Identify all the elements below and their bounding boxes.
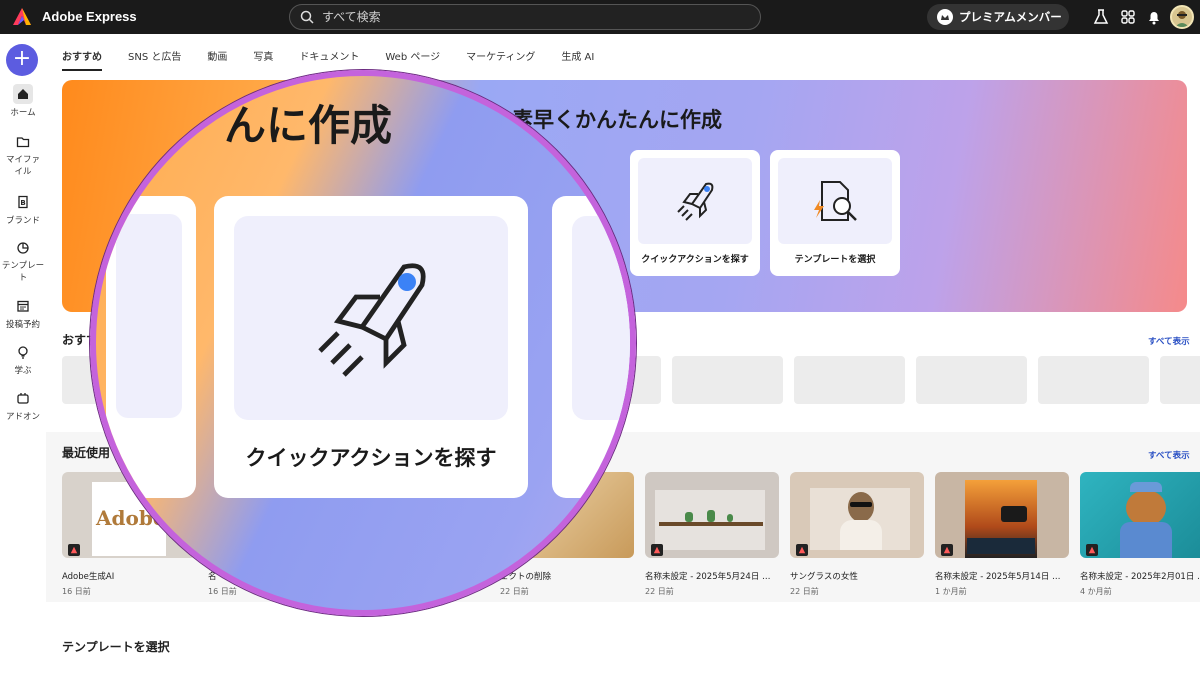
recent-section-title: 最近使用: [62, 446, 111, 460]
magnifier-overlay: んに作成 クイックアクションを探す: [90, 70, 636, 616]
avatar[interactable]: [1170, 5, 1194, 29]
sidebar-item-label: テンプレート: [1, 261, 45, 283]
calendar-icon: [13, 296, 33, 316]
create-new-button[interactable]: +: [6, 44, 38, 76]
premium-member-button[interactable]: プレミアムメンバー: [927, 4, 1069, 30]
sidebar-item-label: ブランド: [5, 216, 40, 226]
adobe-express-badge-icon: [651, 544, 663, 556]
magnified-card-left: [106, 196, 196, 498]
recent-thumbnail: [935, 472, 1069, 558]
recent-item-date: 22 日前: [790, 587, 819, 596]
recent-item-date: 4 か月前: [1080, 587, 1112, 596]
sidebar-item-home[interactable]: ホーム: [0, 84, 46, 118]
recommended-see-all-link[interactable]: すべて表示: [1148, 335, 1190, 347]
recent-item-date: 22 日前: [500, 587, 529, 596]
recent-item-date: 1 か月前: [935, 587, 967, 596]
adobe-express-badge-icon: [796, 544, 808, 556]
sidebar: + ホーム マイファイル B ブランド テンプレート 投稿予約 学ぶ アドオン: [0, 34, 46, 675]
adobe-express-badge-icon: [68, 544, 80, 556]
folder-icon: [13, 132, 33, 152]
recent-item-name: Adobe生成AI: [62, 572, 115, 582]
labs-flask-icon[interactable]: [1092, 8, 1110, 26]
sidebar-item-label: ホーム: [10, 108, 36, 118]
recent-item[interactable]: サングラスの女性 22 日前: [790, 472, 924, 597]
template-select-label: テンプレートを選択: [794, 255, 876, 265]
adobe-express-badge-icon: [1086, 544, 1098, 556]
template-search-icon: [778, 158, 892, 244]
sidebar-item-brand[interactable]: B ブランド: [0, 192, 46, 226]
adobe-express-logo[interactable]: [12, 7, 32, 27]
skeleton-card: [916, 356, 1027, 404]
premium-label: プレミアムメンバー: [959, 10, 1062, 24]
template-select-card[interactable]: テンプレートを選択: [770, 150, 900, 276]
tab-photo[interactable]: 写真: [253, 48, 273, 71]
sidebar-item-learn[interactable]: 学ぶ: [0, 342, 46, 376]
sidebar-item-my-files[interactable]: マイファイル: [0, 132, 46, 178]
home-icon: [13, 84, 33, 104]
hero-title: 素早くかんたんに作成: [512, 108, 722, 132]
tab-recommended[interactable]: おすすめ: [62, 48, 102, 71]
app-title: Adobe Express: [42, 9, 137, 24]
sidebar-item-addons[interactable]: アドオン: [0, 388, 46, 422]
recent-item-name: 名称未設定 - 2025年5月14日 …: [935, 572, 1061, 582]
bell-icon[interactable]: [1145, 8, 1163, 26]
tab-webpage[interactable]: Web ページ: [385, 48, 440, 71]
templates-section-title: テンプレートを選択: [62, 640, 170, 654]
crown-icon: [937, 9, 953, 25]
recent-item-name: ェクトの削除: [500, 572, 552, 582]
apps-grid-icon[interactable]: [1119, 8, 1137, 26]
recent-item[interactable]: 名称未設定 - 2025年2月01日 … 4 か月前: [1080, 472, 1200, 597]
skeleton-card: [794, 356, 905, 404]
lightbulb-icon: [13, 342, 33, 362]
sidebar-item-label: アドオン: [5, 412, 40, 422]
recent-thumbnail: [1080, 472, 1200, 558]
sidebar-item-label: マイファイル: [5, 155, 40, 177]
magnified-quick-action-card[interactable]: クイックアクションを探す: [214, 196, 528, 498]
tab-marketing[interactable]: マーケティング: [466, 48, 535, 71]
magnified-hero-title: んに作成: [224, 101, 393, 150]
recent-item-date: 16 日前: [62, 587, 91, 596]
recent-item-date: 22 日前: [645, 587, 674, 596]
recent-item[interactable]: 名称未設定 - 2025年5月24日 … 22 日前: [645, 472, 779, 597]
tab-generative-ai[interactable]: 生成 AI: [561, 48, 594, 71]
rocket-icon: [234, 216, 508, 420]
sidebar-item-templates[interactable]: テンプレート: [0, 238, 46, 284]
sidebar-item-label: 学ぶ: [14, 366, 32, 376]
magnified-quick-action-label: クイックアクションを探す: [245, 446, 497, 470]
recent-item-name: サングラスの女性: [790, 572, 858, 582]
recent-item-name: 名称未設定 - 2025年2月01日 …: [1080, 572, 1200, 582]
search-input[interactable]: [322, 10, 742, 24]
recent-see-all-link[interactable]: すべて表示: [1148, 449, 1190, 461]
recent-thumbnail: [790, 472, 924, 558]
rocket-icon: [638, 158, 752, 244]
adobe-express-badge-icon: [941, 544, 953, 556]
sidebar-item-schedule[interactable]: 投稿予約: [0, 296, 46, 330]
quick-action-card[interactable]: クイックアクションを探す: [630, 150, 760, 276]
skeleton-card: [1160, 356, 1200, 404]
top-bar: Adobe Express プレミアムメンバー: [0, 0, 1200, 34]
magnified-card-right: [552, 196, 630, 498]
brand-icon: B: [13, 192, 33, 212]
category-tabs: おすすめ SNS と広告 動画 写真 ドキュメント Web ページ マーケティン…: [62, 48, 620, 71]
search-bar[interactable]: [289, 4, 761, 30]
recent-thumbnail: [645, 472, 779, 558]
search-icon: [300, 10, 314, 24]
tab-sns-ads[interactable]: SNS と広告: [128, 48, 181, 71]
quick-action-label: クイックアクションを探す: [641, 255, 749, 265]
svg-text:B: B: [20, 199, 25, 207]
sidebar-item-label: 投稿予約: [5, 320, 40, 330]
skeleton-card: [1038, 356, 1149, 404]
recent-item[interactable]: 名称未設定 - 2025年5月14日 … 1 か月前: [935, 472, 1069, 597]
recent-item-name: 名称未設定 - 2025年5月24日 …: [645, 572, 771, 582]
template-icon: [13, 238, 33, 258]
skeleton-card: [672, 356, 783, 404]
tab-video[interactable]: 動画: [207, 48, 227, 71]
tab-document[interactable]: ドキュメント: [299, 48, 359, 71]
addon-icon: [13, 388, 33, 408]
